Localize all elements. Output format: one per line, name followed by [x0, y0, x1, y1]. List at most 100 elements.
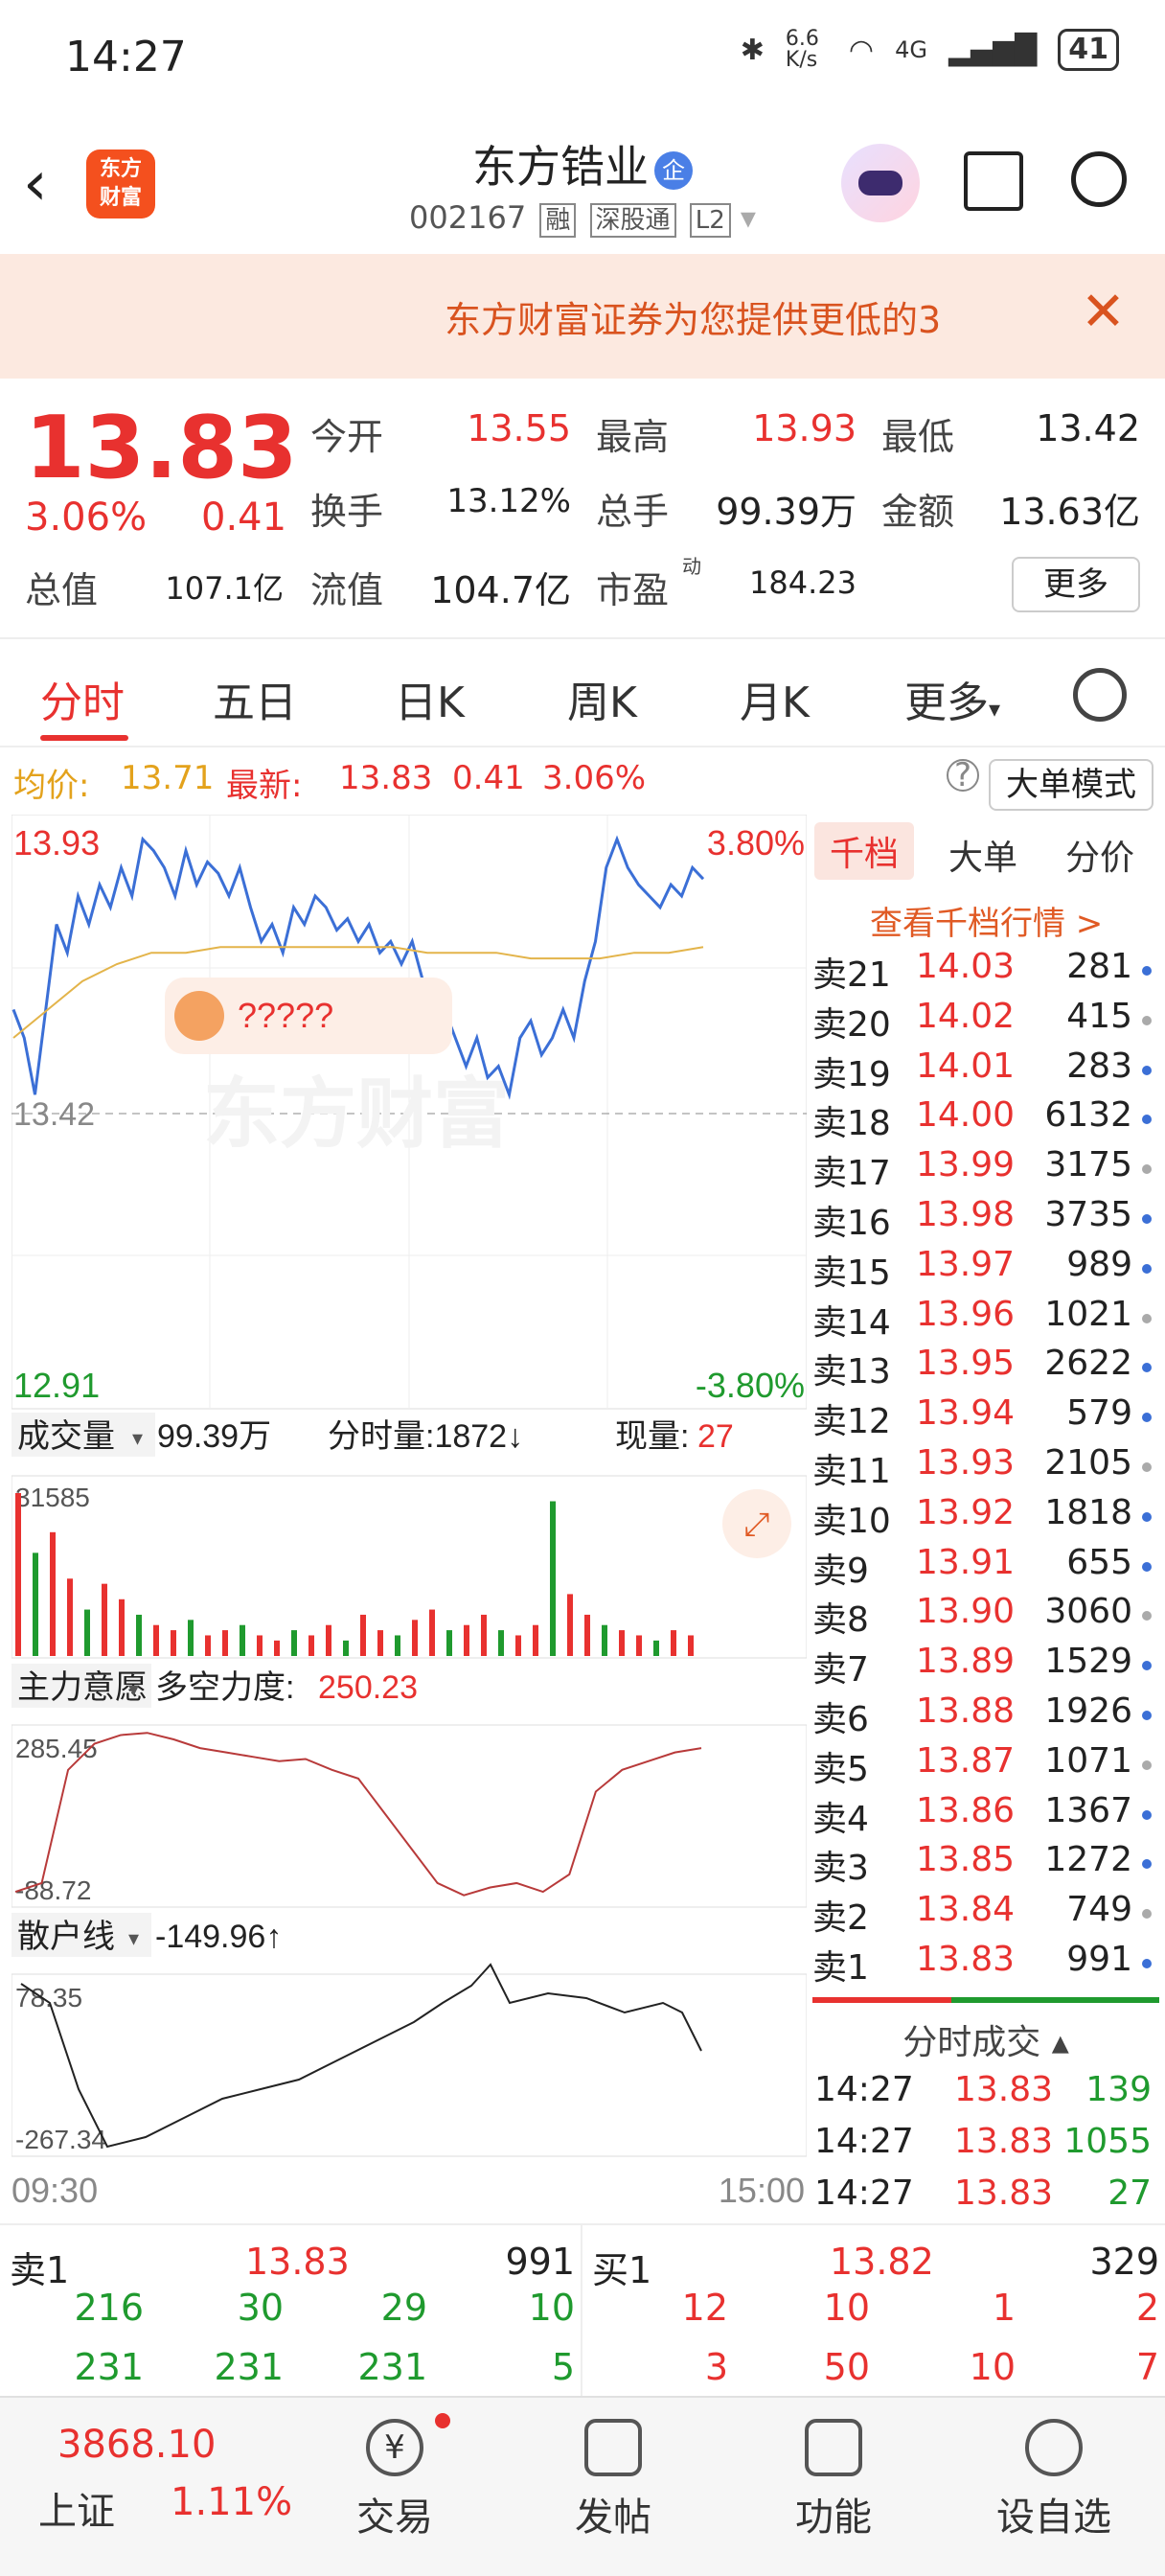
volume-bar [481, 1614, 487, 1656]
queue-cell: 10 [969, 2346, 1016, 2388]
nav-add-watchlist[interactable]: 设自选 [958, 2419, 1150, 2542]
ind1-name: 多空力度: [155, 1669, 294, 1706]
nav-functions[interactable]: 功能 [738, 2419, 929, 2542]
caret-down-icon: ▾ [740, 199, 756, 236]
mktcap-label: 总值 [25, 569, 99, 611]
promo-banner[interactable]: 东方财富证券为您提供更低的3 ✕ [0, 254, 1165, 379]
ask-row[interactable]: 卖6 13.88 1926 [812, 1688, 1159, 1739]
tab-5day[interactable]: 五日 [213, 668, 297, 729]
volume-bar [412, 1620, 418, 1656]
chart-svg: 东方财富 ????? 13.93 13.42 12.91 3.80% -3.80… [11, 814, 808, 2210]
tab-orderbook[interactable]: 千档 [814, 822, 915, 880]
ask-price: 13.83 [916, 1940, 1016, 1979]
ask-row[interactable]: 卖12 13.94 579 [812, 1390, 1159, 1441]
ask-price: 13.86 [916, 1790, 1016, 1830]
tab-more[interactable]: 更多▾ [904, 668, 1000, 729]
edit-icon [584, 2419, 642, 2476]
index-value[interactable]: 3868.10 [57, 2423, 216, 2467]
ask-label: 卖2 [812, 1898, 869, 1939]
more-button[interactable]: 更多 [1012, 557, 1140, 612]
ask-row[interactable]: 卖13 13.95 2622 [812, 1340, 1159, 1392]
avg-value: 13.71 [121, 759, 215, 797]
volume-bar [240, 1624, 245, 1656]
queue-cell: 1 [992, 2287, 1016, 2329]
time-end-label: 15:00 [719, 2171, 805, 2210]
ask-row[interactable]: 卖21 14.03 281 [812, 943, 1159, 995]
ask-volume: 3735 [1044, 1195, 1132, 1234]
close-icon[interactable]: ✕ [1081, 281, 1126, 343]
pe-dynamic-sup: 动 [682, 555, 701, 578]
ask-row[interactable]: 卖11 13.93 2105 [812, 1439, 1159, 1491]
trades-header[interactable]: 分时成交 ▴ [812, 2014, 1159, 2064]
ask-row[interactable]: 卖10 13.92 1818 [812, 1489, 1159, 1541]
tab-monthly-k[interactable]: 月K [740, 668, 810, 729]
nav-post[interactable]: 发帖 [517, 2419, 709, 2542]
intraday-chart[interactable]: 东方财富 ????? 13.93 13.42 12.91 3.80% -3.80… [11, 814, 808, 2210]
ai-assistant-icon[interactable] [841, 144, 920, 222]
queue-cell: 30 [237, 2287, 284, 2329]
ask-row[interactable]: 卖20 14.02 415 [812, 993, 1159, 1045]
share-icon[interactable] [964, 151, 1023, 211]
vol-label[interactable]: 成交量 [17, 1418, 115, 1455]
ask-row[interactable]: 卖9 13.91 655 [812, 1539, 1159, 1591]
volume-bar [343, 1640, 349, 1656]
trade-row: 14:27 13.83 27 [812, 2170, 1159, 2220]
ask-row[interactable]: 卖17 13.99 3175 [812, 1141, 1159, 1193]
latest-value: 13.83 [339, 759, 433, 797]
more-dots-icon [1025, 2419, 1083, 2476]
ind1-caret-icon: ▾ [128, 1678, 139, 1702]
bluetooth-icon: ✱ [740, 33, 765, 67]
tab-price-dist[interactable]: 分价 [1065, 830, 1134, 880]
queue-cell: 231 [74, 2346, 144, 2388]
active-tab-indicator [40, 735, 128, 741]
volume-bar [102, 1583, 107, 1656]
index-name[interactable]: 上证 [38, 2480, 115, 2536]
latest-pct: 3.06% [542, 759, 647, 797]
ask-volume: 1367 [1044, 1790, 1132, 1830]
tab-big-orders[interactable]: 大单 [948, 830, 1017, 880]
settings-gear-icon[interactable] [1073, 668, 1127, 722]
ask-label: 卖16 [812, 1204, 891, 1243]
volume-bar [395, 1635, 400, 1656]
ask-row[interactable]: 卖19 14.01 283 [812, 1043, 1159, 1094]
ask-row[interactable]: 卖2 13.84 749 [812, 1886, 1159, 1938]
order-dot-icon [1142, 1909, 1152, 1920]
ask-row[interactable]: 卖5 13.87 1071 [812, 1737, 1159, 1789]
ask-row[interactable]: 卖4 13.86 1367 [812, 1787, 1159, 1839]
ask-row[interactable]: 卖15 13.97 989 [812, 1241, 1159, 1293]
ask-row[interactable]: 卖3 13.85 1272 [812, 1836, 1159, 1888]
ask-price: 13.94 [916, 1393, 1016, 1434]
ask-row[interactable]: 卖1 13.83 991 [812, 1936, 1159, 1988]
signal-icon: ▂▄▆█ [948, 33, 1038, 67]
volume-bar [67, 1578, 73, 1656]
ask-row[interactable]: 卖7 13.89 1529 [812, 1638, 1159, 1690]
trade-volume: 27 [1108, 2174, 1152, 2213]
tab-weekly-k[interactable]: 周K [567, 668, 637, 729]
ind2-label[interactable]: 散户线 [17, 1919, 115, 1955]
ask-row[interactable]: 卖18 14.00 6132 [812, 1092, 1159, 1143]
view-full-depth-link[interactable]: 查看千档行情 > [870, 897, 1103, 944]
nav-trade[interactable]: ¥ 交易 [299, 2413, 491, 2542]
ask-row[interactable]: 卖14 13.96 1021 [812, 1291, 1159, 1343]
ask-row[interactable]: 卖8 13.90 3060 [812, 1588, 1159, 1640]
ask-price: 13.91 [916, 1542, 1016, 1582]
volume-label: 总手 [596, 491, 670, 533]
volume-bar [498, 1630, 504, 1656]
ask-row[interactable]: 卖16 13.98 3735 [812, 1191, 1159, 1243]
big-order-mode-button[interactable]: 大单模式 [989, 759, 1154, 811]
latest-label: 最新: [226, 767, 303, 805]
ask-label: 卖3 [812, 1849, 869, 1889]
search-icon[interactable] [1071, 151, 1127, 207]
tab-intraday[interactable]: 分时 [40, 668, 125, 729]
stock-header: ‹ 东方 财富 东方锆业企 002167 融 深股通 L2 ▾ [0, 115, 1165, 254]
sell1-label: 卖1 [10, 2249, 70, 2291]
help-icon[interactable]: ? [947, 759, 979, 792]
order-dot-icon [1142, 1859, 1152, 1870]
order-dot-icon [1142, 1611, 1152, 1622]
index-pct[interactable]: 1.11% [171, 2480, 292, 2524]
tab-daily-k[interactable]: 日K [395, 668, 465, 729]
ind1-max-label: 285.45 [15, 1734, 98, 1763]
avg-price-bar: 均价: 13.71 最新: 13.83 0.41 3.06% ? 大单模式 [0, 748, 1165, 811]
low-value: 13.42 [1036, 407, 1140, 449]
ask-label: 卖15 [812, 1253, 891, 1293]
